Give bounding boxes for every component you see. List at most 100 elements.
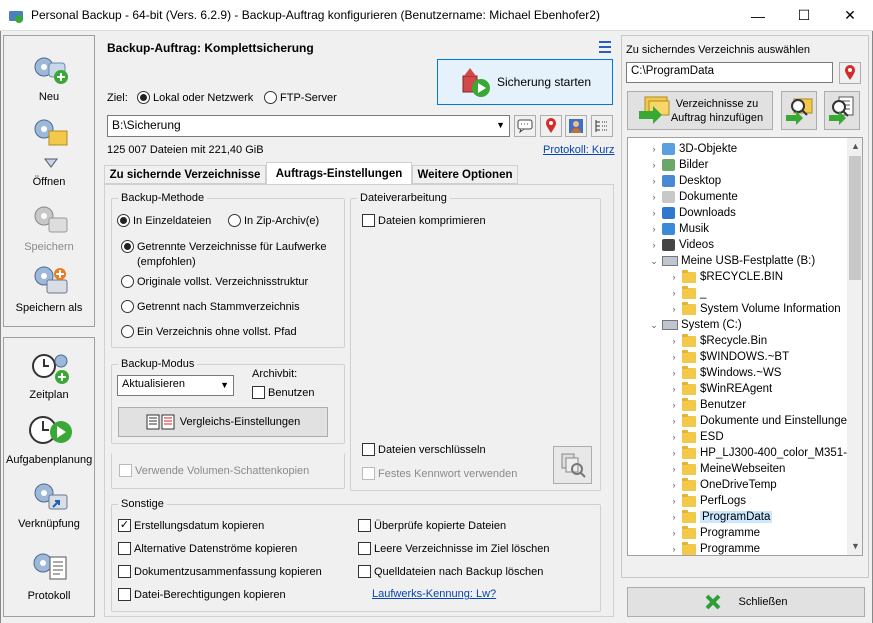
tree-item[interactable]: › $WinREAgent (668, 381, 772, 397)
scroll-down-icon[interactable]: ▼ (851, 541, 860, 551)
tree-item[interactable]: › $Recycle.Bin (668, 333, 767, 349)
file-permissions-checkbox[interactable] (118, 588, 131, 601)
compress-checkbox[interactable] (362, 214, 375, 227)
tree-item[interactable]: › OneDriveTemp (668, 477, 777, 493)
log-button[interactable]: Protokoll (6, 548, 92, 604)
chevron-right-icon[interactable]: › (668, 512, 680, 522)
separate-dirs-radio[interactable] (121, 240, 134, 253)
tree-item[interactable]: › ESD (668, 429, 724, 445)
tree-item[interactable]: › Bilder (648, 157, 708, 173)
single-files-radio[interactable] (117, 214, 130, 227)
chevron-right-icon[interactable]: › (668, 480, 680, 490)
tree-item[interactable]: › Dokumente und Einstellunge (668, 413, 847, 429)
tree-item[interactable]: › 3D-Objekte (648, 141, 737, 157)
tree-item[interactable]: › $Windows.~WS (668, 365, 781, 381)
tree-item[interactable]: › Desktop (648, 173, 721, 189)
chevron-right-icon[interactable]: › (648, 160, 660, 170)
delete-empty-dirs-checkbox[interactable] (358, 542, 371, 555)
chevron-right-icon[interactable]: › (668, 352, 680, 362)
chevron-right-icon[interactable]: › (668, 496, 680, 506)
chevron-right-icon[interactable]: › (648, 224, 660, 234)
delete-source-checkbox[interactable] (358, 565, 371, 578)
scroll-thumb[interactable] (849, 156, 861, 280)
log-level-link[interactable]: Protokoll: Kurz (543, 144, 615, 156)
password-settings-button[interactable] (553, 446, 592, 484)
chevron-down-icon[interactable]: ⌄ (648, 256, 660, 267)
single-dir-radio[interactable] (121, 325, 134, 338)
chevron-right-icon[interactable]: › (668, 336, 680, 346)
chevron-right-icon[interactable]: › (668, 544, 680, 554)
chevron-right-icon[interactable]: › (648, 240, 660, 250)
tab-directories[interactable]: Zu sichernde Verzeichnisse (104, 165, 266, 184)
zip-archive-radio[interactable] (228, 214, 241, 227)
chevron-right-icon[interactable]: › (668, 448, 680, 458)
chevron-down-icon[interactable]: ▼ (496, 120, 505, 130)
target-path-select[interactable]: B:\Sicherung ▼ (107, 115, 510, 137)
shadow-copy-checkbox[interactable] (119, 464, 132, 477)
chevron-right-icon[interactable]: › (668, 288, 680, 298)
tree-item[interactable]: › Benutzer (668, 397, 746, 413)
encrypt-checkbox[interactable] (362, 443, 375, 456)
separate-root-radio[interactable] (121, 300, 134, 313)
directory-path-input[interactable]: C:\ProgramData (626, 62, 833, 83)
tree-item[interactable]: › Musik (648, 221, 709, 237)
tree-item[interactable]: › Programme (668, 525, 760, 541)
chevron-down-icon[interactable]: ⌄ (648, 320, 660, 331)
search-add-button[interactable] (781, 91, 817, 130)
chevron-right-icon[interactable]: › (668, 400, 680, 410)
chevron-right-icon[interactable]: › (668, 272, 680, 282)
tree-item[interactable]: › Programme (668, 541, 760, 555)
tree-item[interactable]: › MeineWebseiten (668, 461, 785, 477)
tree-item[interactable]: › Dokumente (648, 189, 738, 205)
chevron-right-icon[interactable]: › (668, 528, 680, 538)
tree-item[interactable]: › $WINDOWS.~BT (668, 349, 789, 365)
tree-options-button[interactable] (591, 115, 613, 137)
shortcut-button[interactable]: Verknüpfung (6, 478, 92, 534)
tab-more-options[interactable]: Weitere Optionen (412, 165, 518, 184)
save-as-button[interactable]: Speichern als (6, 264, 92, 316)
backup-mode-select[interactable]: Aktualisieren ▼ (117, 375, 234, 396)
tree-item[interactable]: › ProgramData (668, 509, 773, 525)
original-structure-radio[interactable] (121, 275, 134, 288)
chevron-right-icon[interactable]: › (648, 144, 660, 154)
new-job-button[interactable]: Neu (6, 48, 92, 108)
chevron-down-icon[interactable]: ▼ (220, 380, 229, 390)
chevron-right-icon[interactable]: › (648, 176, 660, 186)
tab-job-settings[interactable]: Auftrags-Einstellungen (266, 162, 412, 185)
directory-tree[interactable]: › 3D-Objekte › Bilder › Desktop › Dokumente › Dow… (627, 137, 863, 556)
start-backup-button[interactable]: Sicherung starten (437, 59, 613, 105)
chevron-right-icon[interactable]: › (668, 464, 680, 474)
chevron-right-icon[interactable]: › (648, 192, 660, 202)
path-location-button[interactable] (839, 62, 861, 84)
close-window-button[interactable]: ✕ (827, 0, 873, 31)
comment-button[interactable] (514, 115, 536, 137)
add-directories-button[interactable]: Verzeichnisse zu Auftrag hinzufügen (627, 91, 773, 130)
alt-streams-checkbox[interactable] (118, 542, 131, 555)
tree-scrollbar[interactable]: ▲ ▼ (847, 138, 862, 555)
fixed-password-checkbox[interactable] (362, 467, 375, 480)
chevron-right-icon[interactable]: › (648, 208, 660, 218)
scroll-up-icon[interactable]: ▲ (851, 141, 860, 151)
archive-bit-checkbox[interactable] (252, 386, 265, 399)
tree-item[interactable]: › System Volume Information (668, 301, 841, 317)
schedule-button[interactable]: Zeitplan (6, 348, 92, 404)
chevron-right-icon[interactable]: › (668, 368, 680, 378)
user-button[interactable] (565, 115, 587, 137)
close-button[interactable]: Schließen (627, 587, 865, 617)
search-list-button[interactable] (824, 91, 860, 130)
chevron-right-icon[interactable]: › (668, 432, 680, 442)
tree-item[interactable]: › Videos (648, 237, 714, 253)
chevron-right-icon[interactable]: › (668, 384, 680, 394)
doc-summary-checkbox[interactable] (118, 565, 131, 578)
copy-creation-date-checkbox[interactable]: ✓ (118, 519, 131, 532)
tree-item[interactable]: › $RECYCLE.BIN (668, 269, 783, 285)
chevron-down-icon[interactable] (44, 158, 58, 168)
task-scheduler-button[interactable]: Aufgabenplanung (6, 412, 92, 470)
target-local-radio[interactable] (137, 91, 150, 104)
location-button[interactable] (540, 115, 562, 137)
target-ftp-radio[interactable] (264, 91, 277, 104)
save-button[interactable]: Speichern (6, 204, 92, 254)
tree-item[interactable]: › Downloads (648, 205, 736, 221)
menu-icon[interactable] (598, 41, 612, 53)
tree-item[interactable]: ⌄ Meine USB-Festplatte (B:) (648, 253, 815, 269)
